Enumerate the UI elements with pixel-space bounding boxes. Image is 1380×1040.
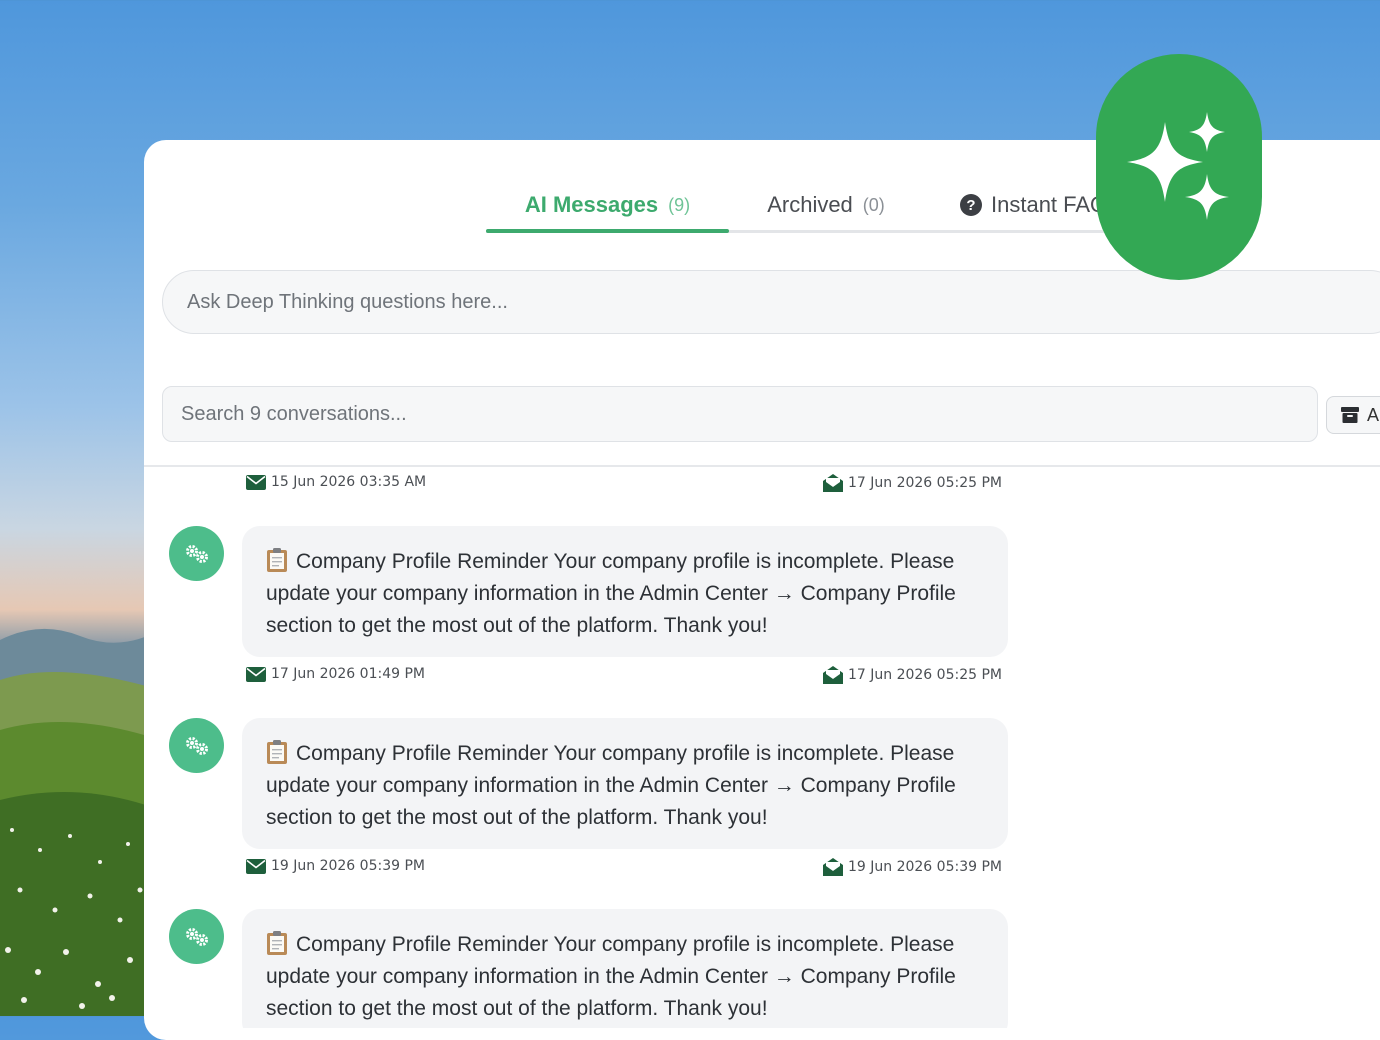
bot-avatar [169, 526, 224, 581]
sparkles-icon [1127, 112, 1229, 220]
deep-thinking-input[interactable] [162, 270, 1380, 334]
clipboard-icon [267, 740, 287, 764]
sent-time: 17 Jun 2026 01:49 PM [246, 666, 425, 682]
message-text: Company Profile Reminder Your company pr… [266, 550, 956, 637]
tab-label: AI Messages [524, 192, 659, 217]
read-time: 17 Jun 2026 05:25 PM [823, 474, 1002, 492]
clipboard-icon [267, 548, 287, 572]
message-bubble[interactable]: Company Profile Reminder Your company pr… [242, 718, 1008, 849]
tab-ai-messages[interactable]: AI Messages (9) [486, 180, 729, 233]
tab-label: Archived [767, 192, 853, 217]
read-time: 19 Jun 2026 05:39 PM [823, 858, 1002, 876]
read-time: 17 Jun 2026 05:25 PM [823, 666, 1002, 684]
envelope-icon [246, 474, 266, 490]
divider [144, 465, 1380, 467]
sent-time: 15 Jun 2026 03:35 AM [246, 474, 426, 490]
message-meta: 19 Jun 2026 05:39 PM 19 Jun 2026 05:39 P… [246, 858, 1002, 882]
message-bubble[interactable]: Company Profile Reminder Your company pr… [242, 526, 1008, 657]
gears-icon [185, 927, 208, 946]
archive-button-label: A [1367, 404, 1380, 425]
tab-count: (0) [862, 194, 885, 215]
search-conversations-input[interactable] [162, 386, 1318, 442]
gears-icon [185, 736, 208, 755]
message-text: Company Profile Reminder Your company pr… [266, 742, 956, 829]
envelope-open-icon [823, 666, 843, 684]
tab-archived[interactable]: Archived (0) [729, 180, 923, 230]
envelope-open-icon [823, 858, 843, 876]
envelope-open-icon [823, 474, 843, 492]
message-meta: 15 Jun 2026 03:35 AM 17 Jun 2026 05:25 P… [246, 474, 1002, 498]
archive-button[interactable]: A [1326, 396, 1380, 434]
message-meta: 17 Jun 2026 01:49 PM 17 Jun 2026 05:25 P… [246, 666, 1002, 690]
gears-icon [185, 544, 208, 563]
ai-assistant-button[interactable] [1096, 54, 1262, 280]
bot-avatar [169, 909, 224, 964]
message-text: Company Profile Reminder Your company pr… [266, 933, 956, 1020]
tab-label: Instant FAQ [991, 192, 1108, 217]
sent-time: 19 Jun 2026 05:39 PM [246, 858, 425, 874]
envelope-icon [246, 666, 266, 682]
tab-count: (9) [668, 194, 691, 215]
tab-bar: AI Messages (9) Archived (0) ? Instant F… [486, 180, 1126, 233]
clipboard-icon [267, 931, 287, 955]
envelope-icon [246, 858, 266, 874]
question-circle-icon: ? [960, 194, 982, 216]
message-bubble[interactable]: Company Profile Reminder Your company pr… [242, 909, 1008, 1028]
bot-avatar [169, 718, 224, 773]
archive-box-icon [1341, 407, 1359, 423]
landscape-background [0, 628, 160, 1016]
conversation-list[interactable]: 15 Jun 2026 03:35 AM 17 Jun 2026 05:25 P… [144, 468, 1380, 1028]
